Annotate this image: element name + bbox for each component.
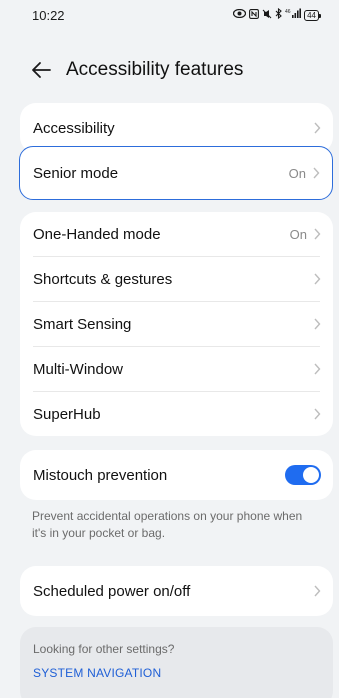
- chevron-right-icon: [314, 228, 321, 240]
- setting-value: On: [288, 165, 306, 181]
- setting-item-smart-sensing[interactable]: Smart Sensing: [20, 302, 333, 346]
- setting-label: Mistouch prevention: [33, 466, 168, 484]
- setting-label: Scheduled power on/off: [33, 582, 191, 600]
- setting-item-multi-window[interactable]: Multi-Window: [20, 347, 333, 391]
- chevron-right-icon: [314, 363, 321, 375]
- mute-icon: [262, 9, 272, 22]
- setting-item-superhub[interactable]: SuperHub: [20, 392, 333, 436]
- scheduled-card: Scheduled power on/off: [20, 566, 333, 616]
- mistouch-toggle[interactable]: [285, 465, 321, 485]
- system-navigation-link[interactable]: SYSTEM NAVIGATION: [33, 666, 320, 680]
- page-header: Accessibility features: [0, 52, 339, 88]
- setting-label: Shortcuts & gestures: [33, 270, 173, 288]
- setting-item-one-handed-mode[interactable]: One-Handed mode On: [20, 212, 333, 256]
- status-time: 10:22: [32, 7, 65, 23]
- setting-item-mistouch-prevention: Mistouch prevention: [20, 450, 333, 500]
- setting-label: Senior mode: [33, 164, 119, 182]
- page-title: Accessibility features: [66, 59, 244, 80]
- setting-label: Smart Sensing: [33, 315, 132, 333]
- setting-label: One-Handed mode: [33, 225, 161, 243]
- setting-item-senior-mode[interactable]: Senior mode On: [19, 146, 333, 200]
- mistouch-description: Prevent accidental operations on your ph…: [32, 509, 303, 540]
- setting-label: Multi-Window: [33, 360, 124, 378]
- other-settings-prompt: Looking for other settings?: [33, 642, 175, 656]
- chevron-right-icon: [314, 408, 321, 420]
- back-arrow-icon[interactable]: [30, 59, 52, 81]
- setting-item-scheduled-power[interactable]: Scheduled power on/off: [20, 566, 333, 616]
- setting-value: On: [289, 226, 307, 242]
- features-card: One-Handed mode On Shortcuts & gestures …: [20, 212, 333, 436]
- setting-item-shortcuts-gestures[interactable]: Shortcuts & gestures: [20, 257, 333, 301]
- mistouch-card: Mistouch prevention: [20, 450, 333, 500]
- battery-icon: 44: [304, 9, 321, 21]
- chevron-right-icon: [314, 273, 321, 285]
- chevron-right-icon: [314, 122, 321, 134]
- bluetooth-icon: [275, 7, 282, 22]
- setting-label: Accessibility: [33, 119, 115, 137]
- other-settings-card: Looking for other settings? SYSTEM NAVIG…: [20, 627, 333, 698]
- status-icons: 46 44: [232, 7, 321, 22]
- signal-label: 46: [285, 9, 291, 15]
- chevron-right-icon: [314, 585, 321, 597]
- setting-label: SuperHub: [33, 405, 101, 423]
- cellular-signal-icon: 46: [285, 8, 302, 22]
- chevron-right-icon: [314, 318, 321, 330]
- battery-level: 44: [307, 10, 316, 20]
- chevron-right-icon: [313, 167, 320, 179]
- nfc-icon: [249, 8, 260, 22]
- eye-icon: [232, 8, 247, 21]
- status-bar: 10:22 46 44: [0, 0, 339, 30]
